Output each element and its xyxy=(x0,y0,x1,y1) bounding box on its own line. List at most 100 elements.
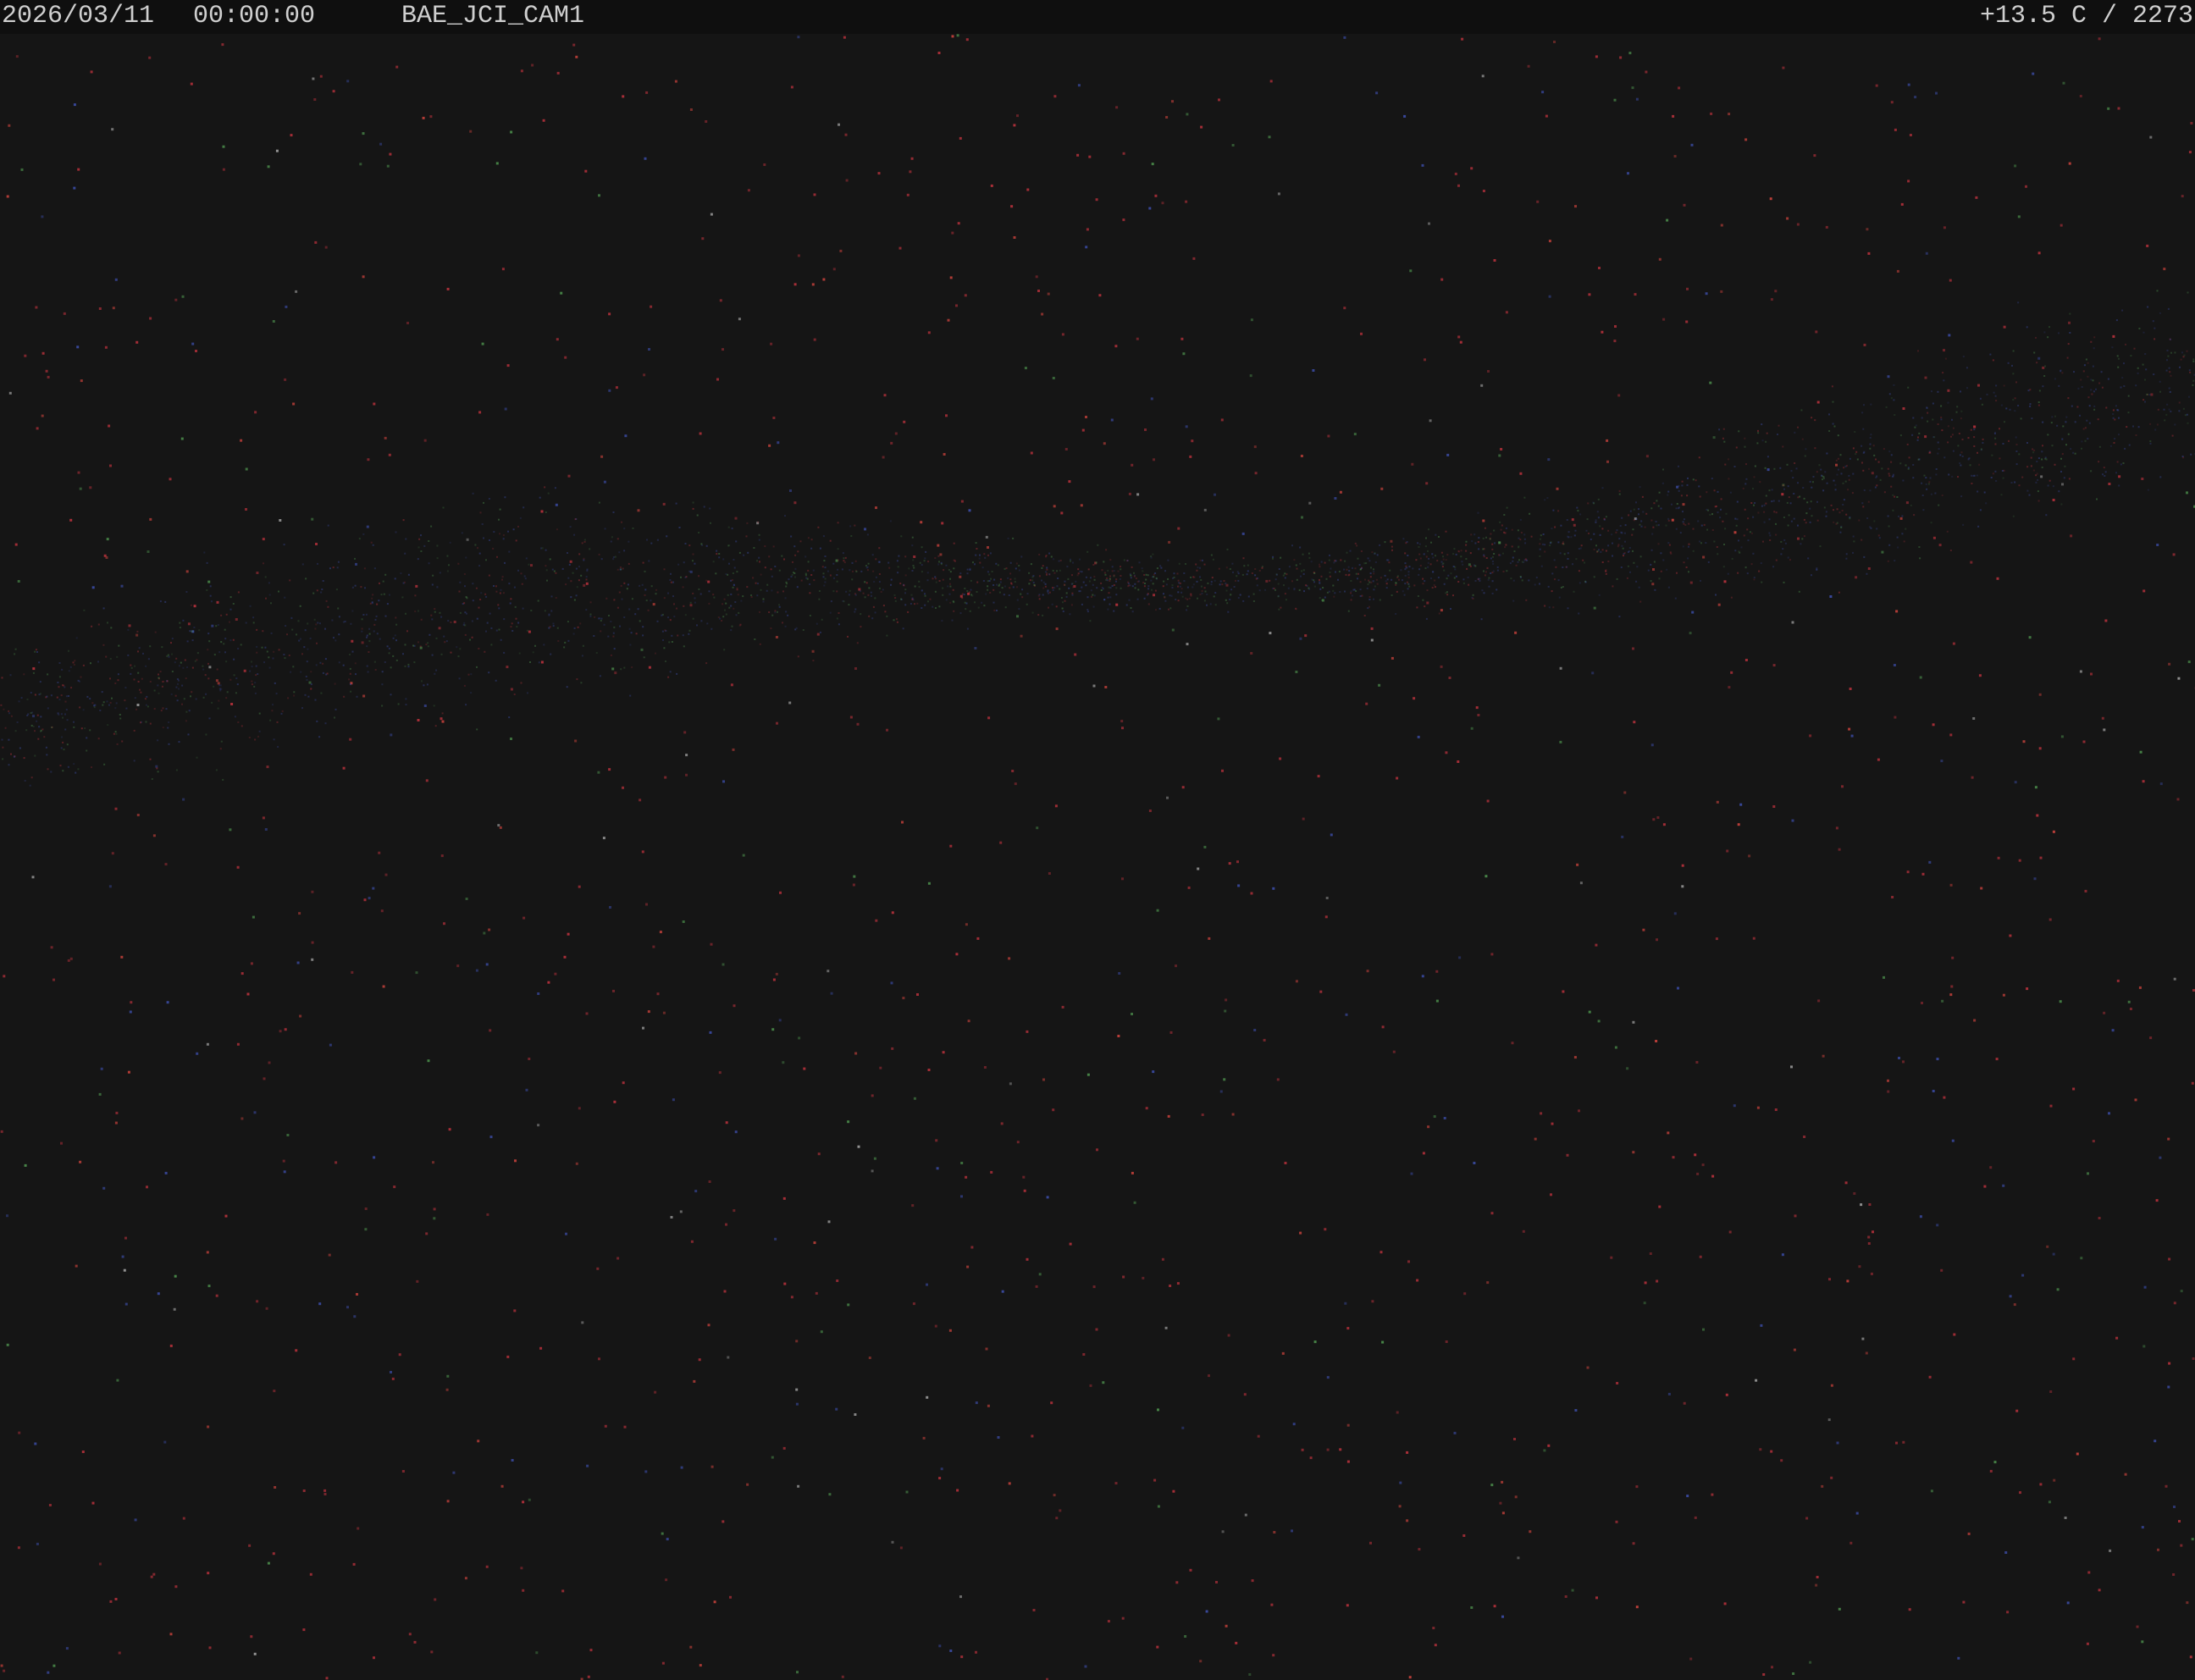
band-speck xyxy=(1765,495,1767,497)
band-speck xyxy=(1,738,3,741)
band-speck xyxy=(373,660,376,663)
band-speck xyxy=(576,586,578,589)
noise-speck xyxy=(1650,743,1654,747)
noise-speck xyxy=(612,989,615,992)
band-speck xyxy=(255,674,257,677)
band-speck xyxy=(1575,558,1578,561)
band-speck xyxy=(1540,534,1542,537)
noise-speck xyxy=(24,354,27,357)
band-speck xyxy=(1446,591,1448,594)
band-speck xyxy=(1552,509,1555,511)
noise-speck xyxy=(879,1066,882,1069)
noise-speck xyxy=(1490,1212,1494,1215)
band-speck xyxy=(493,531,495,533)
band-speck xyxy=(1488,585,1490,588)
noise-speck xyxy=(1644,1281,1647,1285)
band-speck xyxy=(207,662,209,665)
band-speck xyxy=(240,644,242,646)
band-speck xyxy=(733,558,735,561)
band-speck xyxy=(983,553,986,555)
noise-speck xyxy=(1838,848,1841,851)
band-speck xyxy=(1742,487,1744,489)
band-speck xyxy=(1081,571,1083,573)
night-sky-image xyxy=(0,34,2195,1680)
band-speck xyxy=(1204,590,1207,593)
band-speck xyxy=(219,748,222,750)
band-speck xyxy=(1805,448,1807,450)
band-speck xyxy=(2116,461,2119,463)
noise-speck xyxy=(679,1210,683,1213)
band-speck xyxy=(1772,500,1775,502)
band-speck xyxy=(2190,453,2192,456)
noise-speck xyxy=(2019,1491,2021,1495)
noise-speck xyxy=(798,1036,801,1040)
noise-speck xyxy=(1151,163,1154,166)
noise-speck xyxy=(116,1379,119,1382)
band-speck xyxy=(224,638,227,640)
band-speck xyxy=(440,653,443,655)
band-speck xyxy=(1322,587,1324,589)
band-speck xyxy=(975,554,977,556)
band-speck xyxy=(2042,385,2044,388)
band-speck xyxy=(413,661,416,664)
band-speck xyxy=(40,716,42,718)
band-speck xyxy=(1738,539,1739,542)
band-speck xyxy=(1325,578,1328,580)
band-speck xyxy=(1142,570,1144,572)
noise-speck xyxy=(788,701,792,705)
noise-speck xyxy=(1396,1411,1399,1414)
band-speck xyxy=(159,600,162,603)
band-speck xyxy=(784,597,787,600)
band-speck xyxy=(762,598,765,600)
band-speck xyxy=(2015,444,2018,445)
band-speck xyxy=(1660,507,1662,510)
band-speck xyxy=(522,506,525,509)
noise-speck xyxy=(290,134,293,137)
noise-speck xyxy=(732,748,735,751)
band-speck xyxy=(495,585,497,588)
band-speck xyxy=(900,599,903,600)
band-speck xyxy=(489,539,490,541)
band-speck xyxy=(178,688,180,690)
band-speck xyxy=(395,659,398,661)
noise-speck xyxy=(146,1185,148,1189)
band-speck xyxy=(793,572,796,574)
band-speck xyxy=(812,660,815,662)
band-speck xyxy=(1736,500,1739,503)
noise-speck xyxy=(1032,1609,1036,1611)
band-speck xyxy=(794,628,797,631)
noise-speck xyxy=(783,1282,787,1285)
band-speck xyxy=(324,658,327,660)
band-speck xyxy=(979,554,981,556)
noise-speck xyxy=(2048,918,2052,921)
noise-speck xyxy=(215,1294,218,1297)
band-speck xyxy=(254,692,257,694)
band-speck xyxy=(1092,564,1095,566)
noise-speck xyxy=(927,1069,931,1071)
band-speck xyxy=(1457,550,1460,552)
noise-speck xyxy=(1084,1665,1087,1668)
band-speck xyxy=(213,685,215,688)
noise-speck xyxy=(574,739,578,743)
band-speck xyxy=(2093,405,2096,407)
band-speck xyxy=(942,587,944,589)
band-speck xyxy=(1797,496,1800,499)
band-speck xyxy=(790,575,793,578)
noise-speck xyxy=(1035,275,1038,279)
band-speck xyxy=(949,583,951,585)
band-speck xyxy=(1769,534,1772,537)
band-speck xyxy=(692,501,694,504)
band-speck xyxy=(1727,572,1729,575)
band-speck xyxy=(1180,591,1183,594)
band-speck xyxy=(465,596,467,598)
band-speck xyxy=(862,592,865,594)
band-speck xyxy=(2123,362,2125,365)
band-speck xyxy=(1015,567,1017,570)
band-speck xyxy=(39,681,41,683)
band-speck xyxy=(493,585,495,587)
noise-speck xyxy=(311,941,314,944)
band-speck xyxy=(521,583,523,585)
band-speck xyxy=(1957,476,1959,478)
band-speck xyxy=(1391,545,1393,548)
band-speck xyxy=(2100,371,2103,373)
